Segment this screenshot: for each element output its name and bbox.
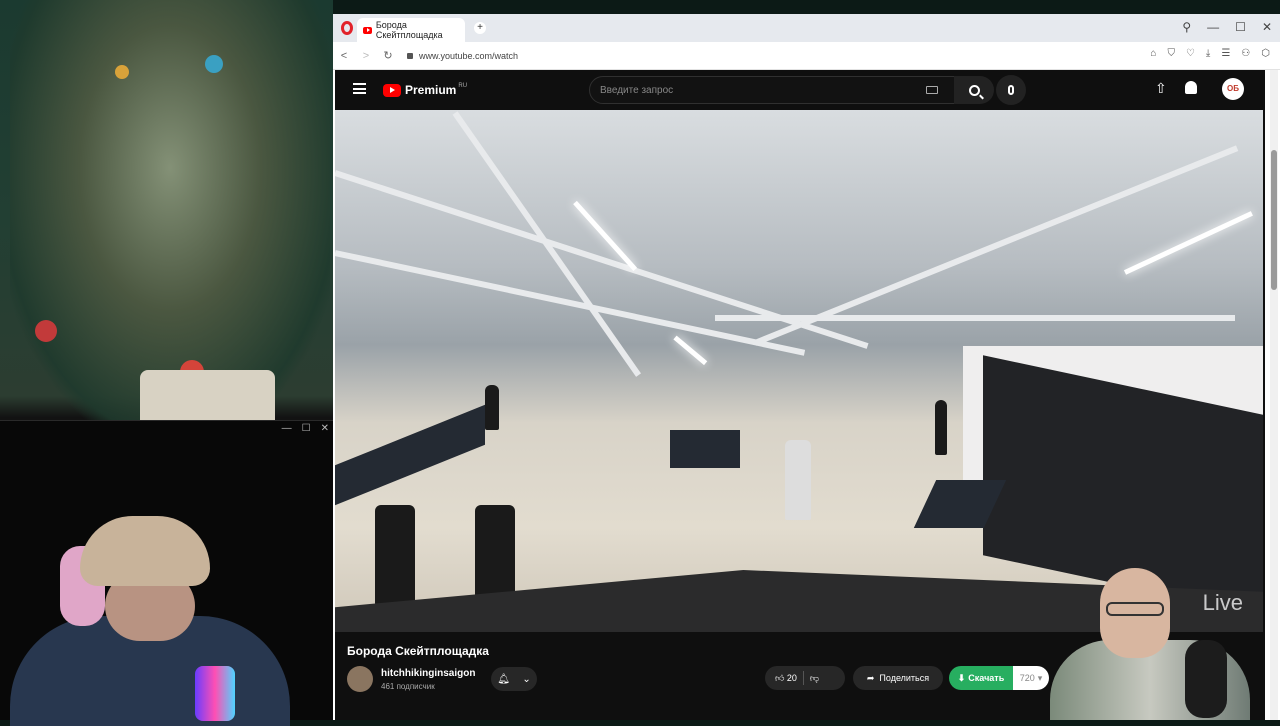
forward-icon[interactable]: > [355, 50, 377, 62]
share-button[interactable]: ➦ Поделиться [853, 666, 943, 690]
url-text: www.youtube.com/watch [419, 50, 519, 61]
ceiling-light [1123, 211, 1253, 275]
christmas-tree-image [10, 0, 330, 420]
rgb-lamp [195, 666, 235, 721]
bell-icon: 🔔︎ [497, 673, 510, 685]
vase [140, 370, 275, 420]
close-icon[interactable]: ✕ [321, 423, 329, 434]
window-controls: ⚲ — ☐ ✕ [1182, 20, 1272, 34]
menu-icon[interactable]: ☰ [1221, 48, 1230, 59]
lock-icon [407, 52, 413, 59]
scrollbar-thumb[interactable] [1271, 150, 1277, 290]
hamburger-menu-icon[interactable] [353, 83, 366, 94]
host-webcam [1030, 560, 1280, 720]
skater [785, 440, 811, 520]
subscription-bell-button[interactable]: 🔔︎ ⌄ [491, 667, 537, 691]
search-button[interactable] [954, 76, 994, 104]
like-count: 20 [786, 672, 797, 683]
tab-bar: Борода Скейтплощадка + ⚲ — ☐ ✕ [333, 14, 1280, 42]
minimize-icon[interactable]: — [1207, 20, 1219, 34]
share-label: Поделиться [879, 673, 930, 683]
voice-search-button[interactable] [996, 75, 1026, 105]
maximize-icon[interactable]: ☐ [302, 423, 311, 434]
new-tab-button[interactable]: + [474, 22, 486, 34]
channel-avatar[interactable] [347, 666, 373, 692]
dislike-icon[interactable]: 👎︎ [810, 673, 819, 684]
profile-icon[interactable]: ⚇ [1241, 48, 1250, 59]
skater [375, 505, 415, 605]
divider [802, 671, 804, 685]
notifications-bell-icon[interactable] [1185, 81, 1197, 94]
ceiling-truss [715, 315, 1235, 321]
search-icon [968, 84, 980, 96]
video-player[interactable]: Live [335, 110, 1263, 632]
youtube-logo[interactable]: Premium RU [383, 83, 467, 97]
opera-logo-icon[interactable] [341, 21, 353, 35]
like-dislike-group: 👍︎ 20 👎︎ [765, 666, 845, 690]
minimize-icon[interactable]: — [282, 423, 292, 434]
ornament [35, 320, 57, 342]
ornament [115, 65, 129, 79]
skate-ramp [335, 404, 485, 506]
keyboard-icon[interactable] [926, 86, 938, 94]
tab-youtube[interactable]: Борода Скейтплощадка [357, 18, 465, 42]
logo-text: Premium [405, 83, 457, 97]
subscriber-count: 461 подписчик [381, 682, 435, 691]
tab-title: Борода Скейтплощадка [375, 20, 443, 40]
share-icon: ➦ [866, 672, 875, 683]
reload-icon[interactable]: ↻ [377, 49, 399, 62]
shield-icon[interactable]: ⛉ [1167, 48, 1175, 59]
toolbar-icons: ⌂ ⛉ ♡ ⤓ ☰ ⚇ ⬡ [1150, 48, 1270, 59]
upload-icon[interactable]: ⇧ [1155, 80, 1167, 97]
youtube-favicon-icon [363, 26, 372, 34]
like-button[interactable]: 👍︎ 20 [765, 673, 797, 684]
microphone-icon [1008, 85, 1014, 95]
glasses [1106, 602, 1164, 616]
maximize-icon[interactable]: ☐ [1235, 20, 1246, 34]
video-title: Борода Скейтплощадка [347, 644, 489, 658]
address-bar: < > ↻ www.youtube.com/watch ⌂ ⛉ ♡ ⤓ ☰ ⚇ … [333, 42, 1280, 70]
search-tabs-icon[interactable]: ⚲ [1182, 20, 1191, 34]
camera-icon[interactable]: ⌂ [1150, 48, 1156, 59]
chevron-down-icon: ⌄ [522, 673, 531, 685]
studio-microphone [1185, 640, 1227, 718]
download-button[interactable]: ⬇ Скачать [949, 666, 1013, 690]
channel-name[interactable]: hitchhikinginsaigon [381, 668, 475, 679]
ceiling-light [673, 335, 708, 366]
heart-icon[interactable]: ♡ [1186, 48, 1195, 59]
streamer-webcam [10, 516, 290, 726]
webcam-window: — ☐ ✕ [0, 420, 333, 726]
skater [935, 400, 947, 455]
skate-box [670, 430, 740, 468]
ornament [205, 55, 223, 73]
download-label: Скачать [968, 673, 1005, 683]
back-icon[interactable]: < [333, 50, 355, 62]
download-arrow-icon: ⬇ [957, 672, 966, 683]
logo-region: RU [458, 83, 468, 89]
webcam-window-controls: — ☐ ✕ [282, 423, 329, 434]
youtube-header: Premium RU Введите запрос ⇧ ОБ [335, 70, 1265, 110]
cap [80, 516, 210, 586]
extensions-icon[interactable]: ⬡ [1261, 48, 1270, 59]
close-icon[interactable]: ✕ [1262, 20, 1272, 34]
search-placeholder: Введите запрос [600, 84, 674, 96]
download-icon[interactable]: ⤓ [1206, 48, 1210, 59]
youtube-logo-icon [383, 83, 401, 97]
url-field[interactable]: www.youtube.com/watch [407, 51, 518, 61]
account-avatar[interactable]: ОБ [1222, 78, 1244, 100]
skater [485, 385, 499, 430]
search-input[interactable]: Введите запрос [589, 76, 994, 104]
